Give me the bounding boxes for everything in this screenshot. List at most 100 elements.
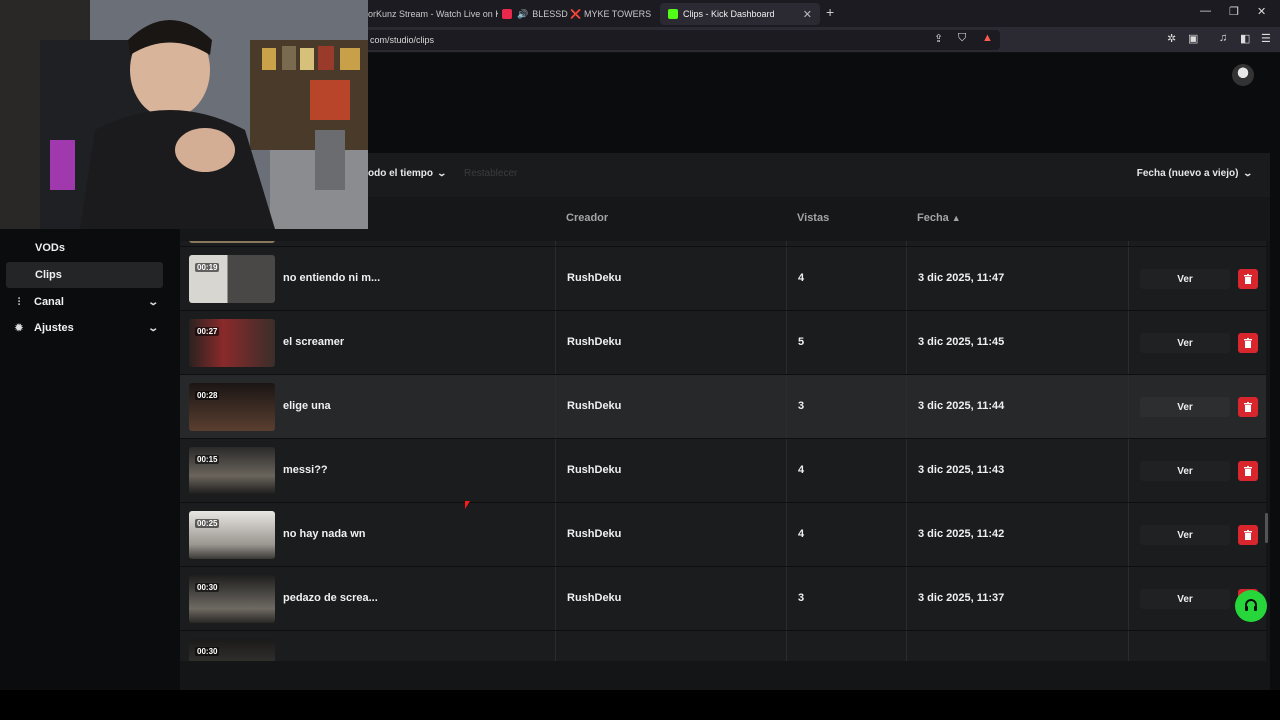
clip-duration: 00:27 <box>195 327 220 336</box>
column-divider <box>555 503 556 566</box>
clip-date: 3 dic 2025, 11:44 <box>918 400 1005 412</box>
clip-date: 3 dic 2025, 11:37 <box>918 592 1005 604</box>
delete-clip-button[interactable] <box>1238 269 1258 289</box>
clip-creator: RushDeku <box>567 336 622 348</box>
rewards-icon[interactable]: ▲ <box>982 32 993 44</box>
clip-date: 3 dic 2025, 11:45 <box>918 336 1005 348</box>
view-clip-button[interactable]: Ver <box>1140 269 1230 289</box>
sidebar-item-clips[interactable]: Clips <box>6 262 163 288</box>
gear-icon: ✹ <box>14 322 24 334</box>
sidebar-item-label: Canal <box>34 296 64 308</box>
clip-duration: 00:19 <box>195 263 220 272</box>
delete-clip-button[interactable] <box>1238 333 1258 353</box>
view-clip-button[interactable]: Ver <box>1140 333 1230 353</box>
shield-icon[interactable]: ⛉ <box>958 32 966 45</box>
support-chat-button[interactable] <box>1235 590 1267 622</box>
wallet-icon[interactable]: ▣ <box>1188 32 1198 45</box>
restore-icon[interactable]: ❐ <box>1229 5 1239 18</box>
column-divider <box>906 439 907 502</box>
column-divider <box>555 567 556 630</box>
clip-thumbnail[interactable] <box>189 241 275 243</box>
clip-title[interactable]: no entiendo ni m... <box>283 272 380 284</box>
trash-icon <box>1244 274 1252 284</box>
sidebar-item-vods[interactable]: VODs <box>6 235 163 261</box>
view-clip-button[interactable]: Ver <box>1140 397 1230 417</box>
delete-clip-button[interactable] <box>1238 397 1258 417</box>
tab-clips[interactable]: Clips - Kick Dashboard ✕ <box>660 3 820 25</box>
view-clip-button[interactable]: Ver <box>1140 525 1230 545</box>
time-filter-label: odo el tiempo <box>368 168 433 179</box>
view-clip-button[interactable]: Ver <box>1140 461 1230 481</box>
screen: orKunz Stream - Watch Live on K 🔊 BLESSD… <box>0 0 1280 720</box>
new-tab-button[interactable]: + <box>826 4 834 20</box>
extensions-icon[interactable]: ✲ <box>1167 32 1176 45</box>
clip-views: 4 <box>798 464 805 476</box>
column-divider <box>906 375 907 438</box>
share-icon[interactable]: ⇪ <box>934 32 943 45</box>
clip-title[interactable]: messi?? <box>283 464 328 476</box>
sort-dropdown[interactable]: Fecha (nuevo a viejo) ⌄ <box>1136 168 1254 179</box>
close-window-icon[interactable]: ✕ <box>1257 5 1266 18</box>
clip-creator: RushDeku <box>567 464 622 476</box>
table-row[interactable]: 00:19 no entiendo ni m... RushDeku 4 3 d… <box>180 247 1266 311</box>
table-row[interactable]: 00:30 <box>180 631 1266 661</box>
music-icon[interactable]: ♫ <box>1219 32 1227 44</box>
clip-title[interactable]: pedazo de screa... <box>283 592 378 604</box>
column-divider <box>1128 503 1129 566</box>
clip-creator: RushDeku <box>567 528 622 540</box>
clip-title[interactable]: elige una <box>283 400 331 412</box>
address-bar[interactable]: com/studio/clips <box>360 30 1000 50</box>
column-divider <box>1128 311 1129 374</box>
tab-label: BLESSD ❌ MYKE TOWERS ❌ C <box>532 8 652 19</box>
clip-creator: RushDeku <box>567 272 622 284</box>
reset-button[interactable]: Restablecer <box>464 168 517 179</box>
menu-icon[interactable]: ☰ <box>1261 32 1271 45</box>
sidebar-item-canal[interactable]: ⫶ Canal ⌄ <box>6 289 163 315</box>
sort-label: Fecha (nuevo a viejo) <box>1136 168 1239 179</box>
column-divider <box>1128 375 1129 438</box>
clip-date: 3 dic 2025, 11:43 <box>918 464 1005 476</box>
mouse-cursor <box>465 501 470 509</box>
trash-icon <box>1244 402 1252 412</box>
scrollbar[interactable] <box>1265 513 1268 543</box>
clips-table-body: 00:19 no entiendo ni m... RushDeku 4 3 d… <box>180 241 1270 661</box>
table-row[interactable]: 00:15 messi?? RushDeku 4 3 dic 2025, 11:… <box>180 439 1266 503</box>
sidebar-item-label: VODs <box>35 242 65 254</box>
table-row[interactable]: 00:25 no hay nada wn RushDeku 4 3 dic 20… <box>180 503 1266 567</box>
sidebar-item-ajustes[interactable]: ✹ Ajustes ⌄ <box>6 315 163 341</box>
clip-views: 4 <box>798 528 805 540</box>
bottom-bar <box>0 690 1280 720</box>
column-divider <box>906 567 907 630</box>
view-clip-button[interactable]: Ver <box>1140 589 1230 609</box>
clip-title[interactable]: el screamer <box>283 336 344 348</box>
clip-views: 5 <box>798 336 805 348</box>
clips-panel: odo el tiempo ⌄ Restablecer Fecha (nuevo… <box>180 153 1270 690</box>
tab-youtube[interactable]: 🔊 BLESSD ❌ MYKE TOWERS ❌ C <box>502 3 652 25</box>
table-row[interactable]: 00:27 el screamer RushDeku 5 3 dic 2025,… <box>180 311 1266 375</box>
delete-clip-button[interactable] <box>1238 525 1258 545</box>
sidebar-toggle-icon[interactable]: ◧ <box>1240 32 1250 45</box>
close-icon[interactable]: ✕ <box>797 8 812 21</box>
header-views[interactable]: Vistas <box>797 212 829 224</box>
tab-stream[interactable]: orKunz Stream - Watch Live on K <box>368 3 498 25</box>
table-row[interactable]: 00:30 pedazo de screa... RushDeku 3 3 di… <box>180 567 1266 631</box>
column-divider <box>786 439 787 502</box>
avatar[interactable] <box>1232 64 1254 86</box>
minimize-icon[interactable]: — <box>1200 5 1211 17</box>
trash-icon <box>1244 338 1252 348</box>
column-divider <box>786 311 787 374</box>
column-divider <box>555 631 556 661</box>
chevron-down-icon: ⌄ <box>1242 168 1254 178</box>
clip-views: 3 <box>798 400 805 412</box>
clip-title[interactable]: no hay nada wn <box>283 528 366 540</box>
trash-icon <box>1244 466 1252 476</box>
header-creator[interactable]: Creador <box>566 212 608 224</box>
delete-clip-button[interactable] <box>1238 461 1258 481</box>
speaker-icon: 🔊 <box>517 8 529 19</box>
clip-views: 4 <box>798 272 805 284</box>
column-divider <box>555 247 556 310</box>
time-filter-dropdown[interactable]: odo el tiempo ⌄ <box>368 168 447 179</box>
column-divider <box>786 631 787 661</box>
header-date[interactable]: Fecha ▲ <box>917 212 961 224</box>
table-row[interactable]: 00:28 elige una RushDeku 3 3 dic 2025, 1… <box>180 375 1266 439</box>
